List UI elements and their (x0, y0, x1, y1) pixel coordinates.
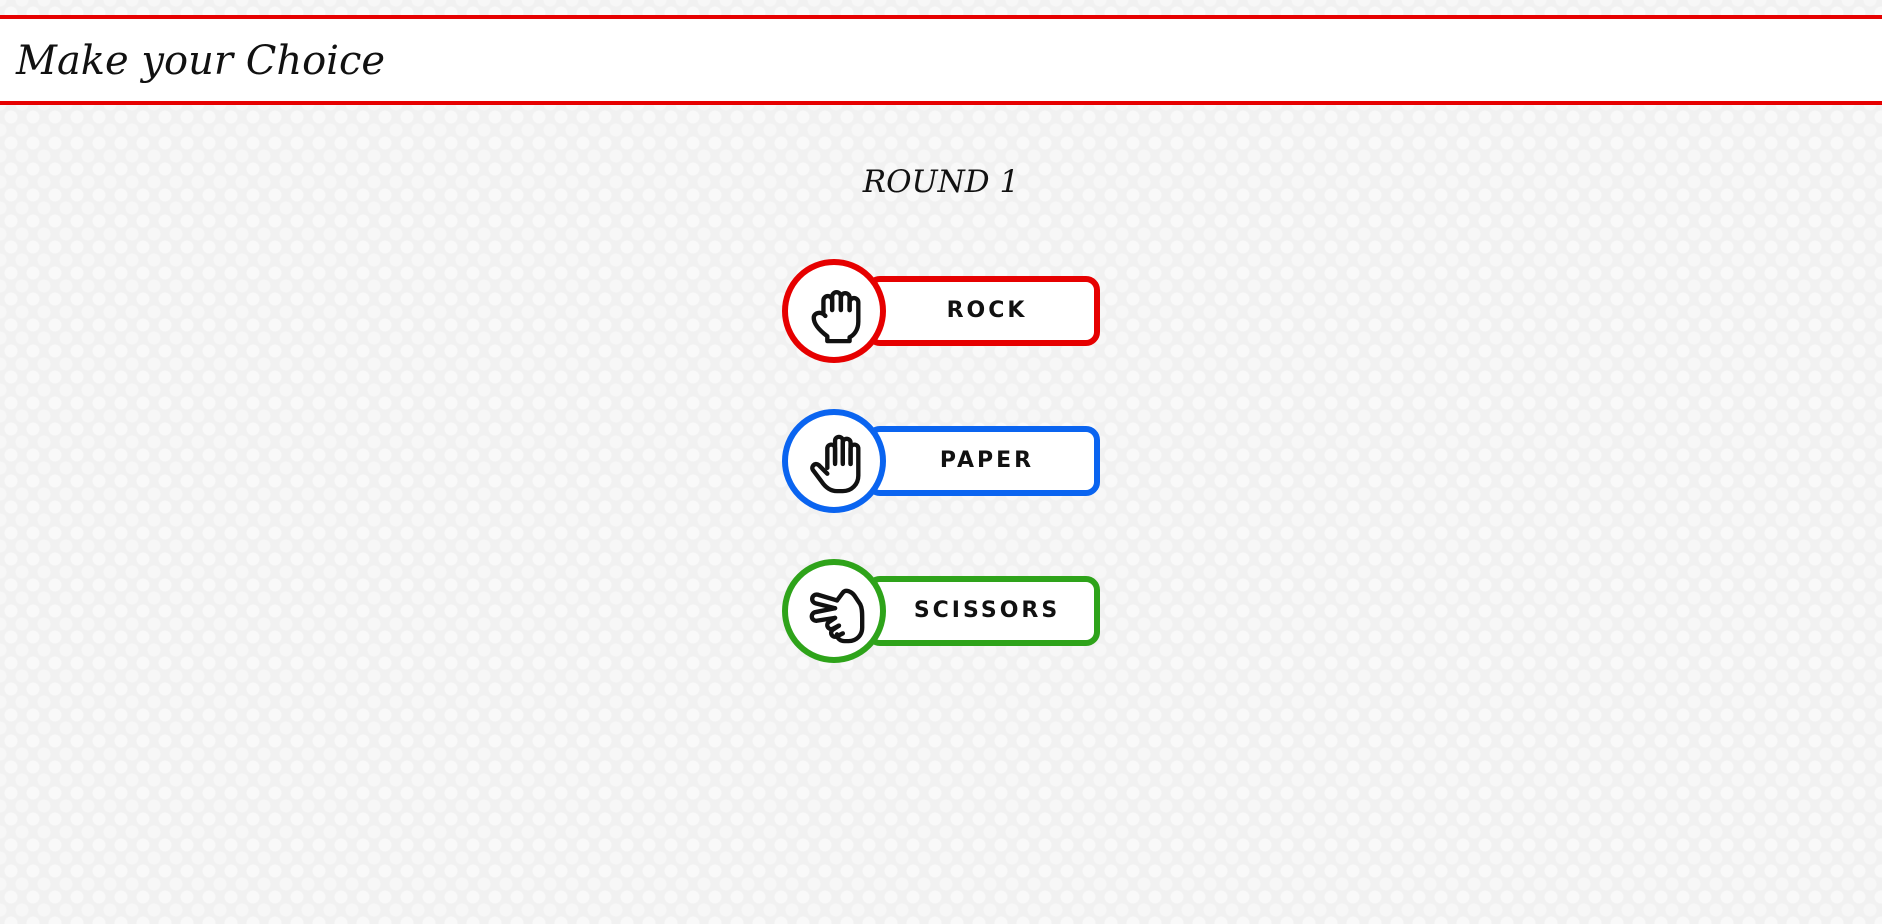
paper-icon-circle (782, 409, 886, 513)
paper-label: PAPER (939, 448, 1035, 473)
scissors-hand-icon (809, 588, 865, 644)
rock-pill: ROCK (866, 276, 1100, 346)
paper-pill: PAPER (866, 426, 1100, 496)
open-hand-icon (810, 434, 861, 494)
page-title: Make your Choice (16, 38, 386, 84)
scissors-pill: SCISSORS (866, 576, 1100, 646)
paper-button[interactable]: PAPER (782, 409, 1100, 513)
fist-icon (811, 290, 861, 344)
scissors-button[interactable]: SCISSORS (782, 559, 1100, 663)
scissors-icon-circle (782, 559, 886, 663)
rock-button[interactable]: ROCK (782, 259, 1100, 363)
scissors-label: SCISSORS (913, 598, 1061, 623)
rock-label: ROCK (946, 298, 1028, 323)
round-label: ROUND 1 (862, 164, 1020, 200)
rock-icon-circle (782, 259, 886, 363)
header-bar: Make your Choice (0, 15, 1882, 105)
